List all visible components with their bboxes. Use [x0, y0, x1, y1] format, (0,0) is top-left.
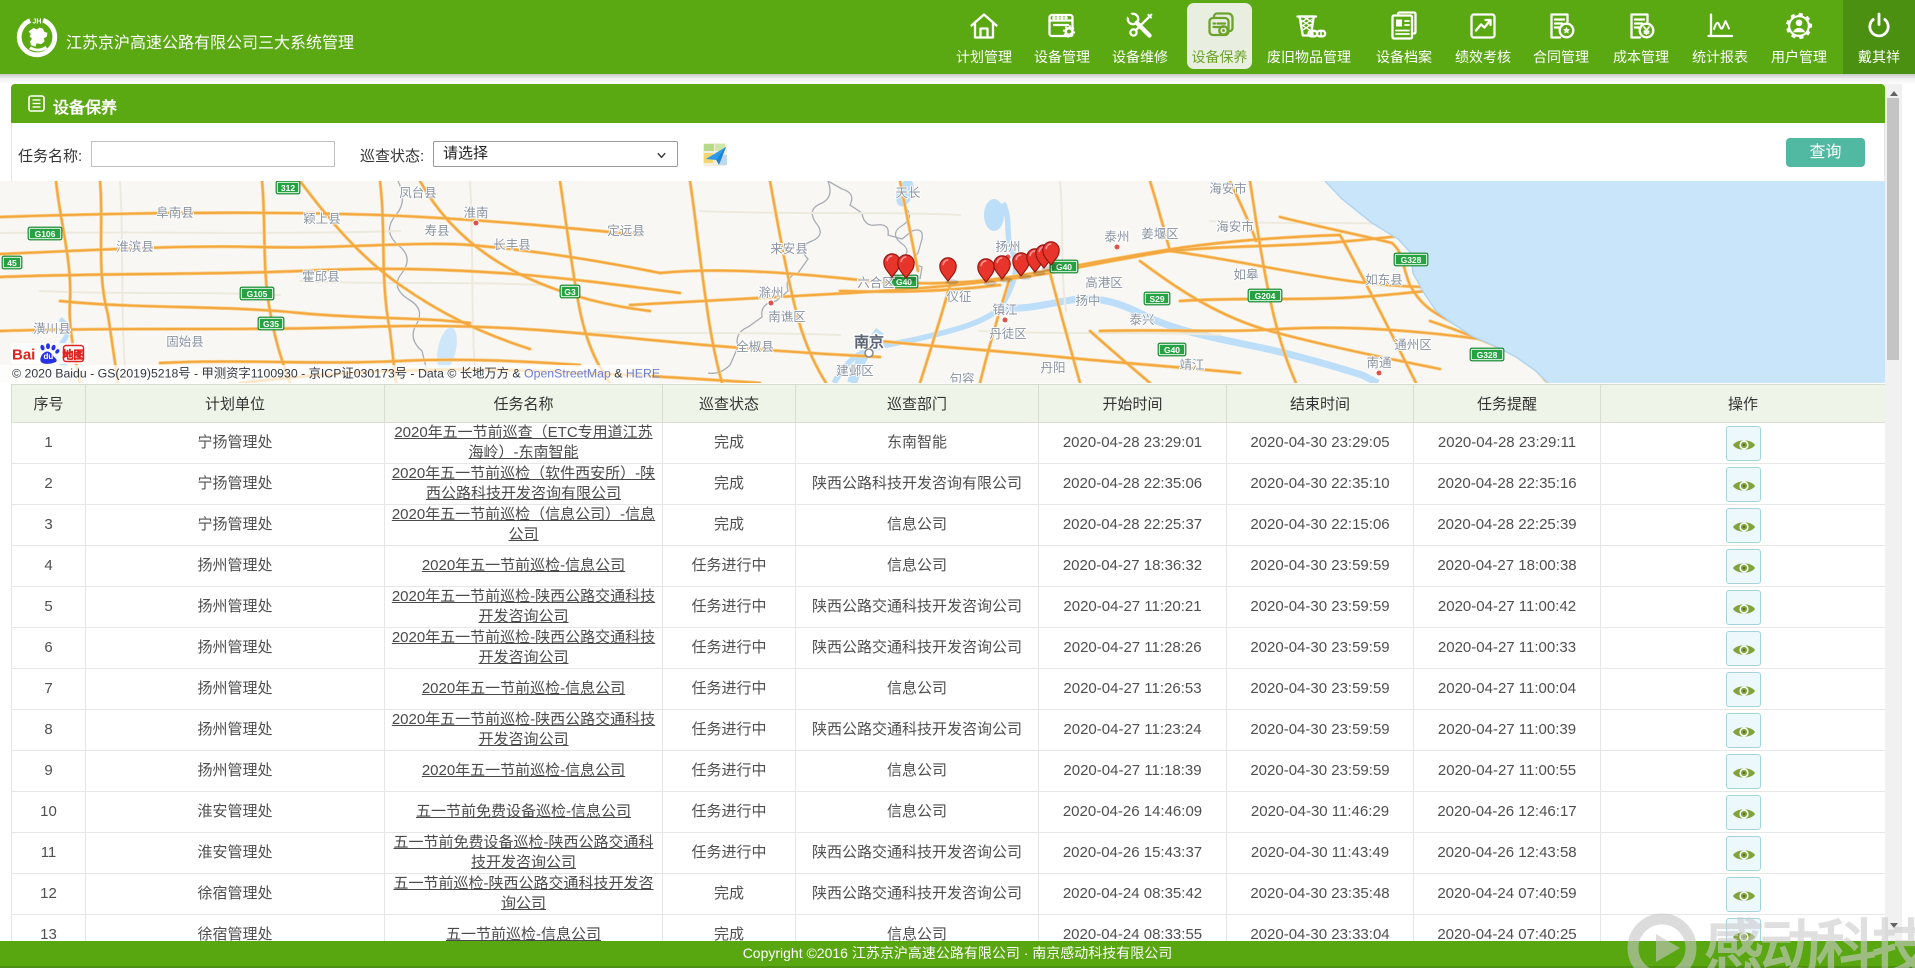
- svg-text:G328: G328: [1401, 255, 1422, 265]
- svg-text:定远县: 定远县: [607, 223, 645, 238]
- svg-text:滁州: 滁州: [758, 285, 783, 300]
- svg-text:南谯区: 南谯区: [768, 309, 806, 324]
- svg-text:淮滨县: 淮滨县: [116, 239, 154, 254]
- svg-text:南通: 南通: [1366, 355, 1392, 370]
- svg-text:高港区: 高港区: [1085, 275, 1123, 290]
- svg-text:仪征: 仪征: [946, 290, 972, 304]
- svg-text:地图: 地图: [63, 347, 85, 361]
- svg-text:Bai: Bai: [12, 347, 35, 364]
- svg-text:JH: JH: [33, 19, 42, 26]
- svg-text:潢川县: 潢川县: [33, 322, 71, 336]
- svg-text:扬中: 扬中: [1075, 293, 1100, 308]
- svg-text:丹阳: 丹阳: [1040, 361, 1065, 375]
- svg-text:海安市: 海安市: [1216, 219, 1254, 234]
- svg-text:六合区: 六合区: [857, 275, 895, 290]
- svg-text:G35: G35: [263, 319, 279, 329]
- svg-text:G40: G40: [1164, 345, 1180, 355]
- svg-text:S29: S29: [1149, 294, 1164, 304]
- svg-text:丹徒区: 丹徒区: [989, 327, 1027, 341]
- svg-text:G105: G105: [247, 289, 268, 299]
- svg-text:长丰县: 长丰县: [493, 238, 531, 252]
- svg-text:全椒县: 全椒县: [736, 339, 774, 354]
- svg-text:45: 45: [7, 258, 17, 268]
- svg-text:霍邱县: 霍邱县: [302, 270, 340, 284]
- svg-text:凤台县: 凤台县: [399, 185, 437, 200]
- svg-text:泰兴: 泰兴: [1129, 313, 1154, 327]
- svg-text:淮南: 淮南: [463, 205, 488, 220]
- svg-text:通州区: 通州区: [1394, 338, 1432, 352]
- svg-text:建邺区: 建邺区: [836, 364, 874, 378]
- svg-text:du: du: [44, 352, 54, 361]
- svg-text:G328: G328: [1477, 350, 1498, 360]
- svg-text:© 2020 Baidu - GS(2019)5218号 -: © 2020 Baidu - GS(2019)5218号 - 甲测资字11009…: [12, 366, 660, 381]
- svg-text:寿县: 寿县: [424, 224, 449, 238]
- svg-text:G204: G204: [1255, 291, 1276, 301]
- svg-text:扬州: 扬州: [995, 239, 1020, 254]
- svg-text:G3: G3: [564, 287, 576, 297]
- svg-text:镇江: 镇江: [992, 303, 1017, 317]
- svg-text:阜南县: 阜南县: [156, 205, 194, 220]
- svg-text:G106: G106: [35, 229, 56, 239]
- svg-text:姜堰区: 姜堰区: [1141, 226, 1179, 241]
- svg-text:感动科技: 感动科技: [1704, 915, 1915, 968]
- svg-text:如东县: 如东县: [1365, 272, 1403, 287]
- svg-text:如皋: 如皋: [1233, 267, 1259, 282]
- svg-text:固始县: 固始县: [166, 335, 204, 349]
- svg-text:颖上县: 颖上县: [303, 212, 341, 226]
- svg-text:来安县: 来安县: [770, 241, 808, 256]
- svg-text:句容: 句容: [949, 371, 974, 383]
- svg-text:312: 312: [281, 183, 295, 193]
- svg-text:天长: 天长: [895, 186, 921, 200]
- svg-text:靖江: 靖江: [1179, 358, 1204, 372]
- svg-text:泰州: 泰州: [1104, 230, 1129, 244]
- svg-text:海安市: 海安市: [1209, 181, 1247, 196]
